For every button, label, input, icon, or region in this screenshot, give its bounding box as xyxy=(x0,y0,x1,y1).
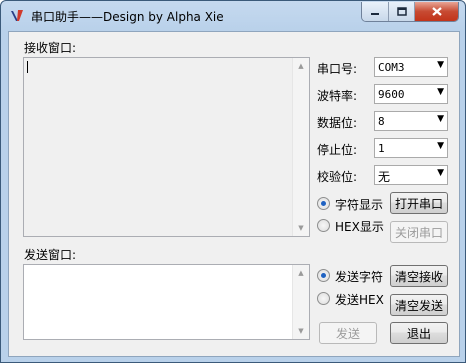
port-value: COM3 xyxy=(378,61,405,74)
client-area: 接收窗口: ▲ ▼ 串口号: COM3 ▼ 波特率: 9600 ▼ 数据位: 8… xyxy=(8,31,460,357)
scroll-down-icon[interactable]: ▼ xyxy=(293,323,309,339)
maximize-icon xyxy=(396,7,407,16)
exit-button[interactable]: 退出 xyxy=(390,322,448,344)
close-icon xyxy=(431,7,442,16)
scroll-up-icon[interactable]: ▲ xyxy=(293,58,309,74)
close-port-button[interactable]: 关闭串口 xyxy=(390,221,448,243)
chevron-down-icon: ▼ xyxy=(437,168,444,178)
baud-select[interactable]: 9600 ▼ xyxy=(374,84,448,104)
close-button[interactable] xyxy=(415,2,458,21)
char-display-radio[interactable] xyxy=(317,197,330,210)
chevron-down-icon: ▼ xyxy=(437,141,444,151)
scroll-down-icon[interactable]: ▼ xyxy=(293,220,309,236)
clear-send-button[interactable]: 清空发送 xyxy=(390,294,448,316)
text-cursor xyxy=(27,61,28,73)
app-icon xyxy=(11,10,23,21)
parity-value: 无 xyxy=(378,170,391,184)
open-port-button[interactable]: 打开串口 xyxy=(390,192,448,214)
char-display-label: 字符显示 xyxy=(335,198,384,212)
parity-label: 校验位: xyxy=(317,170,358,184)
minimize-icon xyxy=(371,12,379,15)
send-char-radio[interactable] xyxy=(317,269,330,282)
send-hex-radio[interactable] xyxy=(317,292,330,305)
chevron-down-icon: ▼ xyxy=(437,87,444,97)
hex-display-label: HEX显示 xyxy=(335,220,384,234)
maximize-button[interactable] xyxy=(389,2,415,21)
caption-buttons xyxy=(361,2,459,22)
send-char-label: 发送字符 xyxy=(335,270,384,284)
minimize-button[interactable] xyxy=(362,2,389,21)
scroll-up-icon[interactable]: ▲ xyxy=(293,265,309,281)
chevron-down-icon: ▼ xyxy=(437,60,444,70)
port-select[interactable]: COM3 ▼ xyxy=(374,57,448,77)
app-window: 串口助手——Design by Alpha Xie 接收窗口: ▲ ▼ 串口号: xyxy=(0,0,466,363)
title-bar[interactable]: 串口助手——Design by Alpha Xie xyxy=(1,1,465,31)
receive-textarea[interactable]: ▲ ▼ xyxy=(23,57,310,237)
send-scrollbar[interactable]: ▲ ▼ xyxy=(292,265,309,339)
hex-display-radio[interactable] xyxy=(317,219,330,232)
send-textarea[interactable]: ▲ ▼ xyxy=(23,264,310,340)
send-window-label: 发送窗口: xyxy=(24,248,77,262)
databits-select[interactable]: 8 ▼ xyxy=(374,111,448,131)
databits-label: 数据位: xyxy=(317,116,358,130)
port-label: 串口号: xyxy=(317,62,358,76)
databits-value: 8 xyxy=(378,115,385,128)
parity-select[interactable]: 无 ▼ xyxy=(374,165,448,185)
stopbits-select[interactable]: 1 ▼ xyxy=(374,138,448,158)
stopbits-label: 停止位: xyxy=(317,143,358,157)
chevron-down-icon: ▼ xyxy=(437,114,444,124)
receive-scrollbar[interactable]: ▲ ▼ xyxy=(292,58,309,236)
baud-value: 9600 xyxy=(378,88,405,101)
receive-window-label: 接收窗口: xyxy=(24,41,77,55)
send-button[interactable]: 发送 xyxy=(319,322,377,344)
clear-receive-button[interactable]: 清空接收 xyxy=(390,265,448,287)
baud-label: 波特率: xyxy=(317,89,358,103)
window-title: 串口助手——Design by Alpha Xie xyxy=(31,10,224,24)
stopbits-value: 1 xyxy=(378,142,385,155)
send-hex-label: 发送HEX xyxy=(335,293,384,307)
